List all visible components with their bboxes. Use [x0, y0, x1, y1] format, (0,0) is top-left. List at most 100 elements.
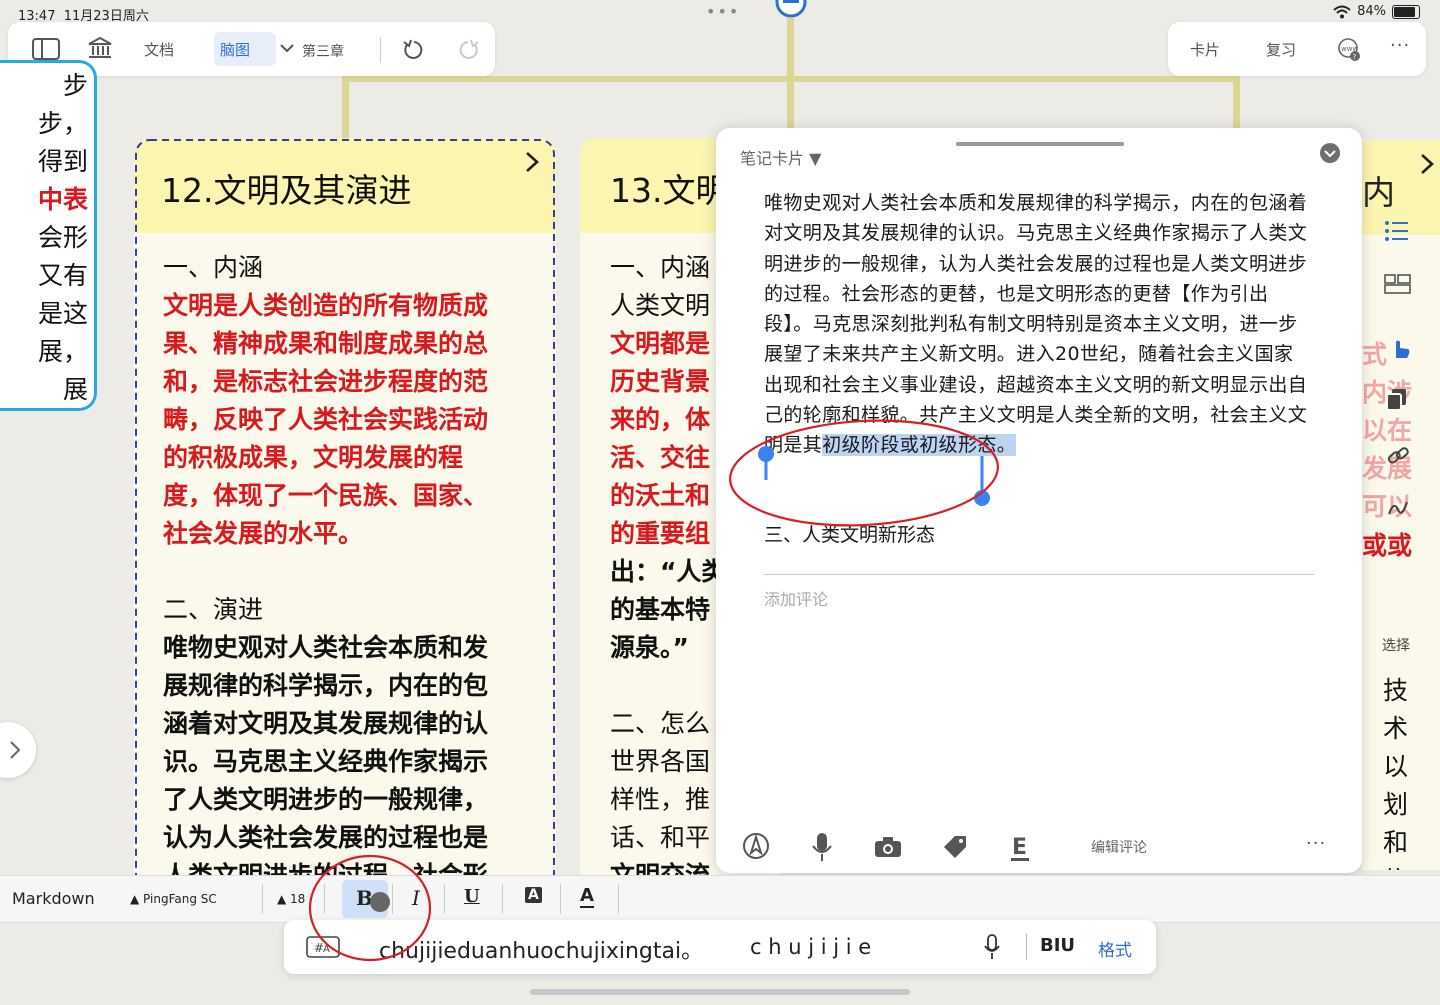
undo-icon[interactable] [402, 38, 426, 62]
collapse-panel-icon[interactable] [1319, 142, 1341, 164]
right-partial-card[interactable]: 内 式内涉以在发展可以 或或 选择 技术以划和信分，，封 [1362, 140, 1440, 870]
card-text-line: 历史背景 [610, 367, 711, 396]
section-heading: 二、演进 [163, 595, 264, 624]
redo-icon[interactable] [456, 38, 480, 62]
divider [1026, 934, 1027, 960]
text-box-button[interactable]: A [525, 887, 542, 903]
multitask-dots[interactable]: ••• [706, 2, 740, 21]
underline-button[interactable]: U [464, 886, 480, 907]
card-body-text: 技术以划和信分，，封 [1362, 672, 1408, 870]
layout-icon[interactable] [1384, 274, 1412, 294]
expand-sidebar-button[interactable] [0, 722, 36, 778]
bold-button[interactable]: B [356, 886, 373, 910]
svg-text:E: E [1012, 835, 1027, 860]
drag-handle[interactable] [956, 142, 1124, 146]
library-icon[interactable] [87, 36, 113, 60]
chevron-down-icon[interactable] [280, 43, 294, 53]
card-text-line: 来的，体 [610, 405, 711, 434]
definition-line: 畴，反映了人类社会实践活动 [163, 405, 489, 434]
selection-handle-end[interactable] [972, 456, 992, 510]
edit-comment-button[interactable]: 编辑评论 [1091, 837, 1147, 857]
chapter-selector[interactable]: 第三章 [302, 41, 344, 61]
biu-format-button[interactable]: BIU [1040, 935, 1075, 956]
evolution-line: 认为人类社会发展的过程也是 [163, 823, 489, 852]
list-icon[interactable] [1384, 220, 1410, 242]
chevron-right-icon[interactable] [1417, 152, 1437, 176]
compass-icon[interactable] [742, 832, 770, 860]
card-12[interactable]: 12.文明及其演进 一、内涵 文明是人类创造的所有物质成 果、精神成果和制度成果的… [134, 138, 556, 888]
svg-text:A: A [323, 944, 330, 955]
sidebar-toggle-icon[interactable] [32, 38, 60, 60]
keyboard-candidate-bar: # A chujijieduanhuochujixingtai。 c h u j … [284, 920, 1156, 974]
evolution-line: 唯物史观对人类社会本质和发 [163, 633, 489, 662]
copy-icon[interactable] [1386, 388, 1408, 412]
faded-text-emphasis: 或或 [1362, 531, 1413, 560]
italic-button[interactable]: I [412, 886, 420, 910]
select-button[interactable]: 选择 [1382, 635, 1410, 655]
card12-body: 一、内涵 文明是人类创造的所有物质成 果、精神成果和制度成果的总 和，是标志社会进步… [163, 249, 488, 888]
format-button[interactable]: 格式 [1098, 936, 1132, 961]
more-options-button[interactable]: ··· [1306, 833, 1326, 854]
card-text-line: 一、内涵 [610, 253, 711, 282]
wifi-icon [1333, 5, 1351, 18]
selected-text[interactable]: 初级阶段或初级形态。 [822, 434, 1017, 457]
card-text-line: 和信 [1382, 828, 1408, 870]
definition-line: 社会发展的水平。 [163, 519, 364, 548]
tab-mindmap[interactable]: 脑图 [220, 39, 250, 60]
web-search-icon[interactable]: www? [1336, 37, 1362, 63]
link-icon[interactable] [1386, 444, 1410, 468]
font-name: PingFang SC [143, 892, 217, 906]
keyboard-switch-icon[interactable]: #A [306, 936, 340, 958]
card13-body: 一、内涵 人类文明 文明都是 历史背景 来的，体 活、交往 的沃土和 的重要组 出：“人类 的基本… [610, 249, 726, 888]
font-size-value: 18 [290, 892, 306, 906]
tag-icon[interactable] [942, 834, 968, 860]
card-text-line: 是这 [37, 299, 88, 328]
chevron-right-icon [10, 741, 21, 759]
dictation-mic-icon[interactable] [984, 934, 1000, 960]
chevron-right-icon[interactable] [522, 150, 542, 174]
card-text-line: 技术 [1382, 676, 1408, 743]
top-toolbar-right: 卡片 复习 www? ··· [1168, 22, 1426, 76]
collapse-node-icon[interactable] [774, 0, 808, 20]
add-comment-input[interactable]: 添加评论 [764, 586, 828, 610]
microphone-icon[interactable] [812, 832, 832, 862]
divider [502, 884, 503, 914]
note-body-text[interactable]: 唯物史观对人类社会本质和发展规律的科学揭示，内在的包涵着对文明及其发展规律的认识… [764, 192, 1307, 456]
toolbar-divider [380, 37, 381, 63]
svg-text:?: ? [1353, 53, 1357, 61]
more-menu-button[interactable]: ··· [1390, 35, 1410, 56]
battery-icon [1392, 4, 1420, 19]
font-selector[interactable]: ▲ PingFang SC [130, 892, 217, 906]
format-e-icon[interactable]: E [1010, 832, 1030, 862]
note-card-panel[interactable]: 笔记卡片 ▼ 唯物史观对人类社会本质和发展规律的科学揭示，内在的包涵着对文明及其… [716, 128, 1362, 873]
divider [618, 884, 619, 914]
note-type-dropdown[interactable]: 笔记卡片 ▼ [740, 145, 821, 169]
tab-document[interactable]: 文档 [144, 39, 174, 60]
touch-hand-icon[interactable] [1388, 336, 1412, 360]
selection-handle-start[interactable] [756, 444, 776, 480]
left-partial-card[interactable]: 步步， 得到 中表 会形 又有 是这 展， 展 [0, 60, 97, 411]
pinyin-candidate[interactable]: chujijieduanhuochujixingtai。 [379, 933, 703, 965]
card-text-line: 中表 [37, 185, 88, 214]
divider [444, 884, 445, 914]
divider [392, 884, 393, 914]
divider [324, 884, 325, 914]
section-heading: 一、内涵 [163, 253, 264, 282]
format-toolbar: Markdown ▲ PingFang SC ▲ 18 B I U A A [0, 875, 1440, 923]
font-size-selector[interactable]: ▲ 18 [277, 892, 305, 906]
card-text-line: 的重要组 [610, 519, 711, 548]
card-text-line: 二、怎么 [610, 709, 711, 738]
home-indicator [530, 989, 910, 995]
card-button[interactable]: 卡片 [1190, 39, 1220, 60]
card-text-line: 源泉。” [610, 633, 689, 662]
text-color-button[interactable]: A [580, 886, 594, 908]
draw-icon[interactable] [1386, 496, 1410, 520]
pinyin-input-letters: c h u j i j i e [750, 935, 872, 959]
card-text-line: 人类文明 [610, 291, 711, 320]
note-body[interactable]: 唯物史观对人类社会本质和发展规律的科学揭示，内在的包涵着对文明及其发展规律的认识… [764, 188, 1312, 461]
camera-icon[interactable] [874, 836, 902, 858]
divider [764, 574, 1314, 575]
markdown-mode-button[interactable]: Markdown [12, 889, 95, 908]
card-text-line: 话、和平 [610, 823, 711, 852]
review-button[interactable]: 复习 [1266, 39, 1296, 60]
